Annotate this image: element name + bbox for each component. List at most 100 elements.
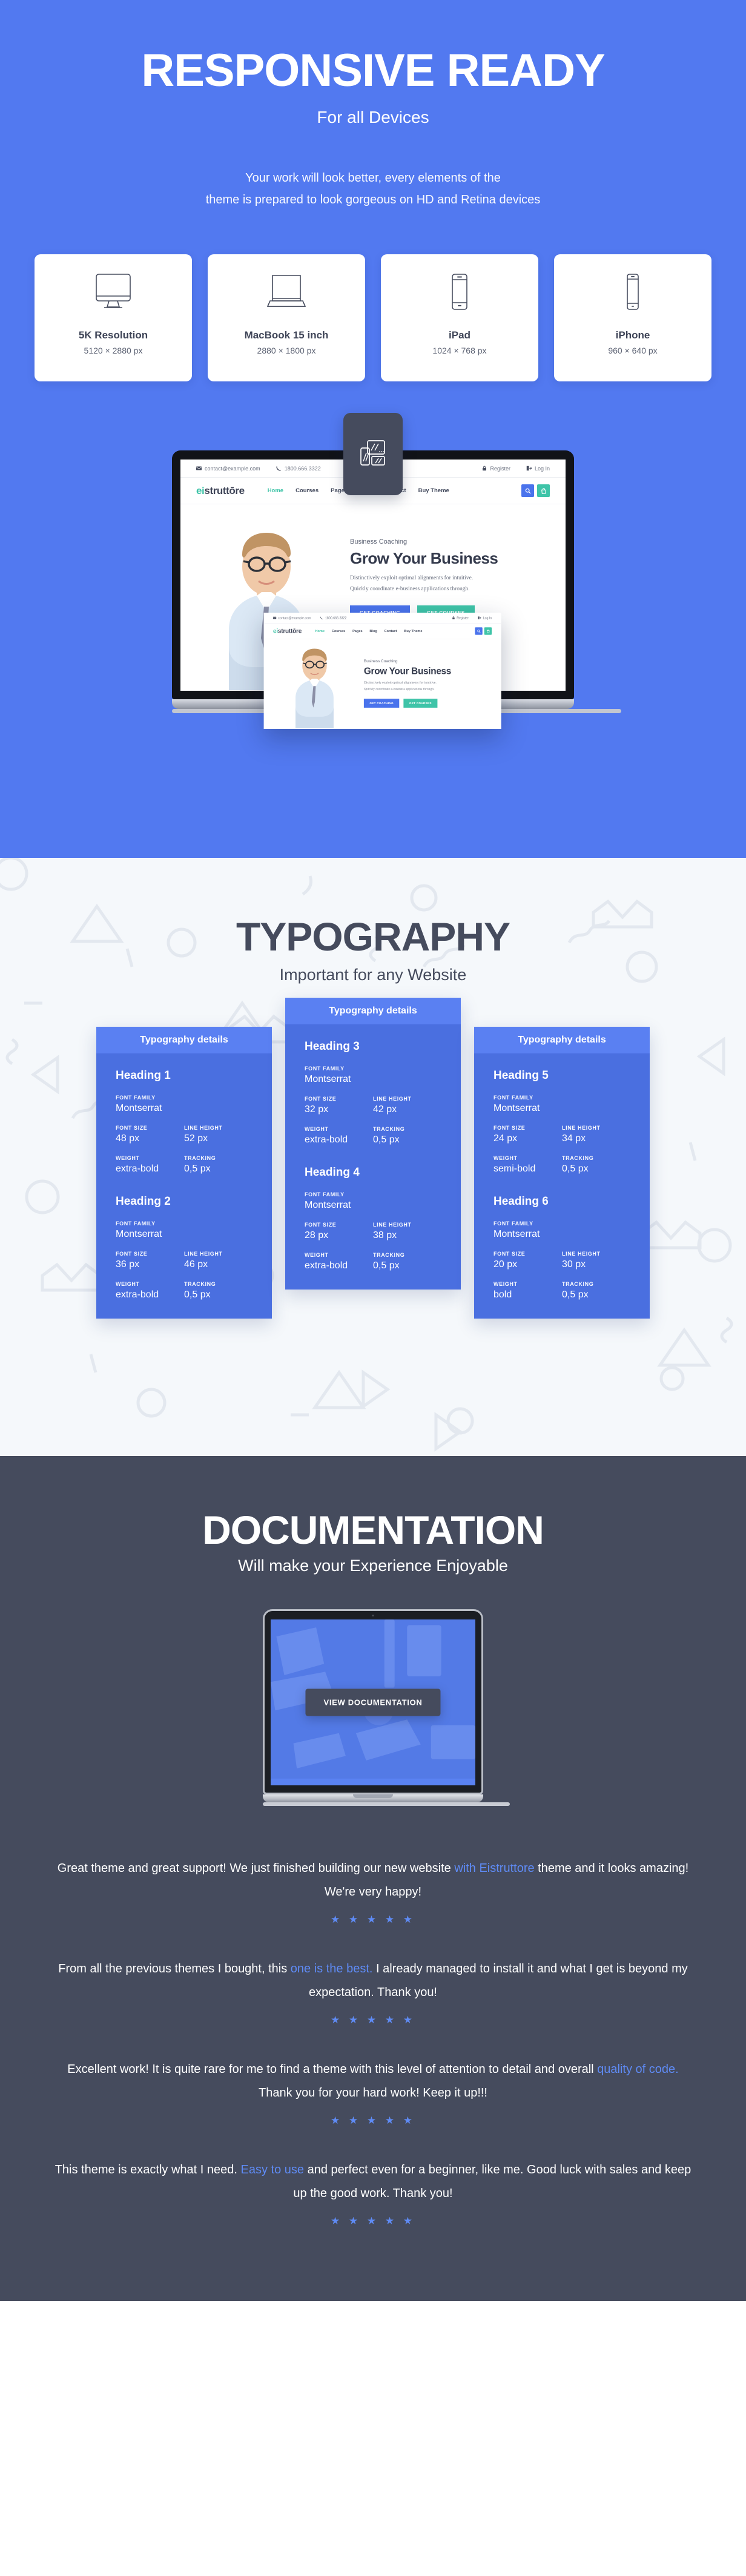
weight-field: WEIGHT bold: [493, 1281, 562, 1300]
device-card-iphone[interactable]: iPhone 960 × 640 px: [554, 254, 711, 382]
site-blurb: Distinctively exploit optimal alignments…: [364, 680, 451, 693]
hero-title: RESPONSIVE READY: [141, 45, 605, 96]
testimonial-highlight: Easy to use: [240, 2163, 305, 2176]
field-label: FONT SIZE: [493, 1125, 526, 1131]
site-logo[interactable]: eistruttōre: [273, 628, 302, 635]
site-email[interactable]: contact@example.com: [273, 616, 311, 620]
testimonial-text: This theme is exactly what I need. Easy …: [0, 2158, 746, 2205]
heading-sample-name: Heading 3: [305, 1040, 360, 1053]
testimonial-text-pre: Great theme and great support! We just f…: [57, 1862, 455, 1875]
get-coaching-button[interactable]: GET COACHING: [363, 699, 400, 708]
tablet-screen: contact@example.com 1800.666.3322 Regist…: [263, 613, 501, 730]
field-label: WEIGHT: [116, 1281, 140, 1287]
heading-sample-name: Heading 4: [305, 1166, 360, 1179]
site-nav-item-courses[interactable]: Courses: [295, 487, 319, 494]
tracking-field: TRACKING 0,5 px: [373, 1126, 441, 1145]
testimonial-item: This theme is exactly what I need. Easy …: [0, 2158, 746, 2227]
search-icon[interactable]: [475, 627, 483, 635]
device-name: iPhone: [615, 329, 650, 341]
field-value: 0,5 px: [373, 1260, 400, 1271]
site-nav-item-buy-theme[interactable]: Buy Theme: [404, 629, 422, 633]
site-login-link[interactable]: Log In: [478, 616, 492, 620]
site-nav-item-home[interactable]: Home: [315, 629, 325, 633]
weight-tracking-row: WEIGHT extra-bold TRACKING 0,5 px: [305, 1126, 441, 1145]
device-card-5k[interactable]: 5K Resolution 5120 × 2880 px: [35, 254, 192, 382]
site-nav-links: Home Courses Pages Blog Contact Buy Them…: [315, 629, 422, 633]
laptop-icon: [264, 269, 309, 318]
field-value: 28 px: [305, 1230, 329, 1240]
weight-field: WEIGHT semi-bold: [493, 1155, 562, 1174]
device-resolution: 960 × 640 px: [608, 346, 658, 356]
heading-sample-name: Heading 6: [493, 1195, 549, 1208]
typography-title: TYPOGRAPHY: [236, 914, 510, 959]
line-height-field: LINE HEIGHT 34 px: [562, 1125, 630, 1144]
testimonial-item: Great theme and great support! We just f…: [0, 1857, 746, 1926]
site-nav-item-courses[interactable]: Courses: [332, 629, 345, 633]
line-height-field: LINE HEIGHT 30 px: [562, 1251, 630, 1270]
field-label: FONT FAMILY: [116, 1220, 156, 1227]
device-resolution: 2880 × 1800 px: [257, 346, 316, 356]
site-nav-item-home[interactable]: Home: [268, 487, 283, 494]
hero-description-line-1: Your work will look better, every elemen…: [245, 171, 501, 185]
website-preview-tablet: contact@example.com 1800.666.3322 Regist…: [263, 613, 501, 730]
field-value: 20 px: [493, 1259, 518, 1270]
site-register-link[interactable]: Register: [482, 466, 510, 472]
testimonial-item: Excellent work! It is quite rare for me …: [0, 2058, 746, 2127]
site-nav-item-blog[interactable]: Blog: [369, 629, 377, 633]
testimonial-highlight: quality of code.: [597, 2063, 679, 2076]
weight-tracking-row: WEIGHT semi-bold TRACKING 0,5 px: [493, 1155, 630, 1174]
get-courses-button[interactable]: GET COURSES: [403, 699, 438, 708]
field-label: LINE HEIGHT: [373, 1096, 412, 1102]
field-label: FONT SIZE: [305, 1222, 337, 1228]
field-value: extra-bold: [116, 1290, 159, 1300]
responsive-devices-icon: [357, 437, 389, 472]
line-height-field: LINE HEIGHT 42 px: [373, 1096, 441, 1115]
site-phone-text: 1800.666.3322: [325, 616, 347, 620]
device-card-ipad[interactable]: iPad 1024 × 768 px: [381, 254, 538, 382]
device-name: MacBook 15 inch: [244, 329, 329, 341]
site-phone[interactable]: 1800.666.3322: [320, 616, 347, 620]
field-label: WEIGHT: [305, 1252, 329, 1258]
site-login-link[interactable]: Log In: [526, 466, 550, 472]
site-nav-item-buy-theme[interactable]: Buy Theme: [418, 487, 449, 494]
site-email[interactable]: contact@example.com: [196, 466, 260, 472]
view-documentation-button[interactable]: VIEW DOCUMENTATION: [305, 1688, 441, 1716]
font-size-field: FONT SIZE 28 px: [305, 1222, 373, 1241]
font-family-field: FONT FAMILY Montserrat: [116, 1220, 253, 1240]
field-label: WEIGHT: [116, 1155, 140, 1161]
typography-card-title: Typography details: [96, 1027, 272, 1053]
phone-icon: [610, 269, 655, 318]
device-card-macbook[interactable]: MacBook 15 inch 2880 × 1800 px: [208, 254, 365, 382]
site-headline: Grow Your Business: [350, 549, 498, 568]
rating-stars: ★ ★ ★ ★ ★: [330, 2115, 416, 2126]
field-label: FONT FAMILY: [116, 1095, 156, 1101]
phone-icon: [276, 466, 281, 471]
testimonial-list: Great theme and great support! We just f…: [0, 1857, 746, 2227]
envelope-icon: [273, 617, 277, 619]
site-phone[interactable]: 1800.666.3322: [276, 466, 321, 472]
envelope-icon: [196, 466, 202, 470]
tracking-field: TRACKING 0,5 px: [562, 1281, 630, 1300]
shopping-bag-icon[interactable]: [484, 627, 492, 635]
rating-stars: ★ ★ ★ ★ ★: [330, 2014, 416, 2026]
businessman-photo: [273, 647, 356, 729]
site-logo[interactable]: eistruttōre: [196, 485, 245, 497]
shopping-bag-icon[interactable]: [537, 484, 550, 498]
site-nav-item-contact[interactable]: Contact: [385, 629, 397, 633]
field-label: WEIGHT: [493, 1281, 518, 1287]
weight-field: WEIGHT extra-bold: [305, 1126, 373, 1145]
tracking-field: TRACKING 0,5 px: [184, 1281, 253, 1300]
font-size-field: FONT SIZE 48 px: [116, 1125, 184, 1144]
weight-tracking-row: WEIGHT bold TRACKING 0,5 px: [493, 1281, 630, 1300]
promo-page: RESPONSIVE READY For all Devices Your wo…: [0, 0, 746, 2301]
site-register-link[interactable]: Register: [452, 616, 469, 620]
typography-card-list: Typography details Heading 1 FONT FAMILY…: [0, 998, 746, 1319]
heading-sample-name: Heading 1: [116, 1069, 171, 1082]
documentation-subtitle: Will make your Experience Enjoyable: [238, 1556, 508, 1575]
site-nav-item-pages[interactable]: Pages: [352, 629, 363, 633]
search-icon[interactable]: [521, 484, 534, 498]
site-register-text: Register: [457, 616, 469, 620]
field-value: 42 px: [373, 1104, 397, 1115]
rating-stars: ★ ★ ★ ★ ★: [330, 1914, 416, 1925]
field-value: 38 px: [373, 1230, 397, 1240]
